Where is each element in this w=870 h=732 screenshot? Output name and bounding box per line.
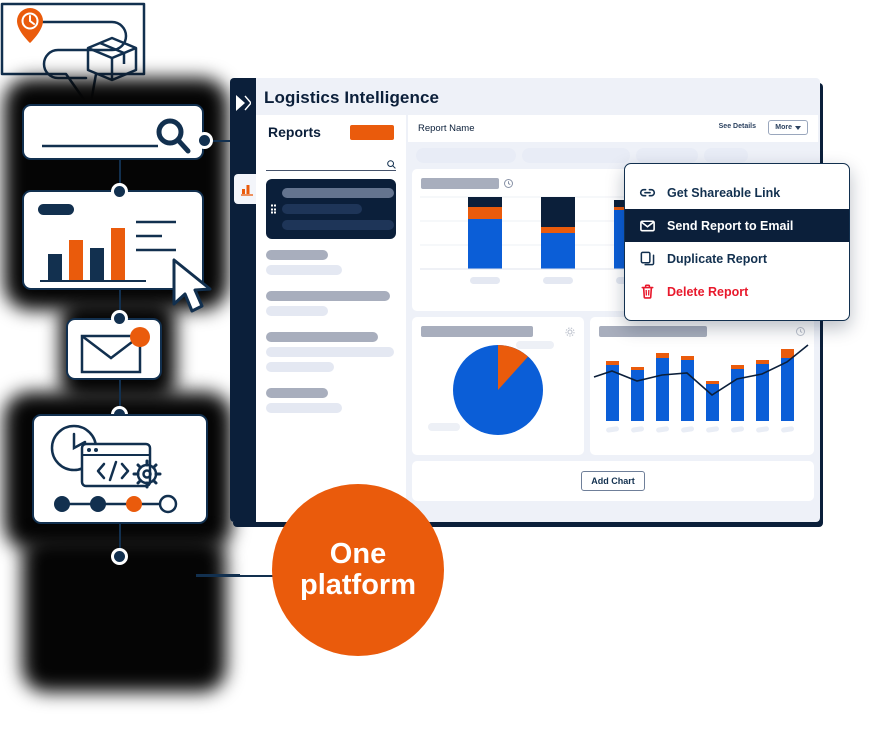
link-icon bbox=[639, 188, 656, 197]
sidebar-title: Reports bbox=[268, 124, 321, 140]
filter-chip[interactable] bbox=[704, 148, 748, 163]
pie-chart-card bbox=[412, 317, 584, 455]
menu-item-label: Delete Report bbox=[667, 284, 749, 299]
skeleton-line bbox=[282, 188, 394, 198]
list-item[interactable] bbox=[266, 291, 396, 316]
bar-chart-icon bbox=[240, 184, 253, 196]
list-item[interactable] bbox=[266, 332, 396, 372]
code-window-icon bbox=[50, 424, 178, 514]
chart-title-skeleton bbox=[421, 326, 533, 337]
combo-bar-line-chart bbox=[593, 344, 809, 433]
list-item[interactable] bbox=[266, 179, 396, 239]
badge-line-2: platform bbox=[300, 569, 416, 601]
clock-icon[interactable] bbox=[504, 179, 513, 188]
skeleton-line bbox=[266, 388, 328, 398]
connector-dot bbox=[196, 132, 213, 149]
list-item[interactable] bbox=[266, 250, 396, 275]
filter-chip[interactable] bbox=[636, 148, 698, 163]
content-toolbar: Report Name See Details More bbox=[408, 115, 818, 142]
devops-card bbox=[32, 414, 208, 524]
search-card bbox=[22, 104, 204, 160]
filter-chip[interactable] bbox=[522, 148, 630, 163]
more-button-label: More bbox=[775, 124, 792, 131]
skeleton-line bbox=[266, 332, 378, 342]
chevron-down-icon bbox=[795, 125, 801, 130]
email-card bbox=[66, 318, 162, 380]
illustration-column bbox=[0, 0, 242, 732]
reports-sidebar: Reports bbox=[256, 115, 406, 522]
connector-dot bbox=[111, 183, 128, 200]
skeleton-line bbox=[266, 250, 328, 260]
see-details-link[interactable]: See Details bbox=[719, 123, 756, 130]
add-chart-row: Add Chart bbox=[412, 461, 814, 501]
mouse-pointer-icon bbox=[172, 258, 212, 313]
skeleton-line bbox=[266, 291, 390, 301]
settings-icon[interactable] bbox=[565, 326, 575, 337]
new-report-button[interactable] bbox=[350, 124, 394, 140]
magnifier-icon bbox=[42, 118, 191, 154]
badge-line-1: One bbox=[329, 537, 387, 570]
drag-handle-icon[interactable] bbox=[271, 204, 276, 214]
menu-item-duplicate-report[interactable]: Duplicate Report bbox=[625, 242, 849, 275]
clock-icon[interactable] bbox=[796, 327, 805, 336]
report-context-menu: Get Shareable Link Send Report to Email … bbox=[624, 163, 850, 321]
skeleton-line bbox=[266, 362, 334, 372]
envelope-icon bbox=[80, 327, 150, 374]
menu-item-label: Get Shareable Link bbox=[667, 185, 781, 200]
pie-chart bbox=[428, 341, 554, 435]
skeleton-line bbox=[282, 204, 362, 214]
report-list bbox=[256, 171, 406, 413]
chart-title-skeleton bbox=[599, 326, 707, 337]
report-name-label: Report Name bbox=[418, 123, 475, 134]
one-platform-badge: One platform bbox=[272, 484, 444, 656]
badge-connector-line bbox=[196, 575, 276, 577]
tracking-card bbox=[0, 0, 146, 110]
chevron-right-double-icon[interactable] bbox=[235, 94, 251, 112]
filter-chip[interactable] bbox=[416, 148, 516, 163]
menu-item-delete-report[interactable]: Delete Report bbox=[625, 275, 849, 308]
chart-title-skeleton bbox=[421, 178, 499, 189]
more-button[interactable]: More bbox=[768, 120, 808, 135]
skeleton-line bbox=[266, 265, 342, 275]
skeleton-line bbox=[266, 347, 394, 357]
chart-card-header bbox=[412, 317, 584, 337]
skeleton-line bbox=[282, 220, 394, 230]
combo-chart-card bbox=[590, 317, 814, 455]
menu-item-label: Send Report to Email bbox=[667, 218, 794, 233]
list-item[interactable] bbox=[266, 388, 396, 413]
search-icon bbox=[387, 160, 396, 169]
search-input[interactable] bbox=[266, 152, 396, 171]
page-title: Logistics Intelligence bbox=[264, 88, 440, 107]
menu-item-get-shareable-link[interactable]: Get Shareable Link bbox=[625, 176, 849, 209]
copy-icon bbox=[640, 251, 655, 266]
connector-dot bbox=[111, 548, 128, 565]
menu-item-send-report-to-email[interactable]: Send Report to Email bbox=[625, 209, 849, 242]
trash-icon bbox=[641, 284, 654, 299]
menu-item-label: Duplicate Report bbox=[667, 251, 768, 266]
sidebar-header: Reports bbox=[256, 115, 406, 140]
connector-dot bbox=[111, 310, 128, 327]
nav-rail bbox=[230, 78, 256, 522]
envelope-icon bbox=[640, 220, 655, 232]
skeleton-line bbox=[266, 306, 328, 316]
add-chart-button[interactable]: Add Chart bbox=[581, 471, 645, 491]
skeleton-line bbox=[266, 403, 342, 413]
